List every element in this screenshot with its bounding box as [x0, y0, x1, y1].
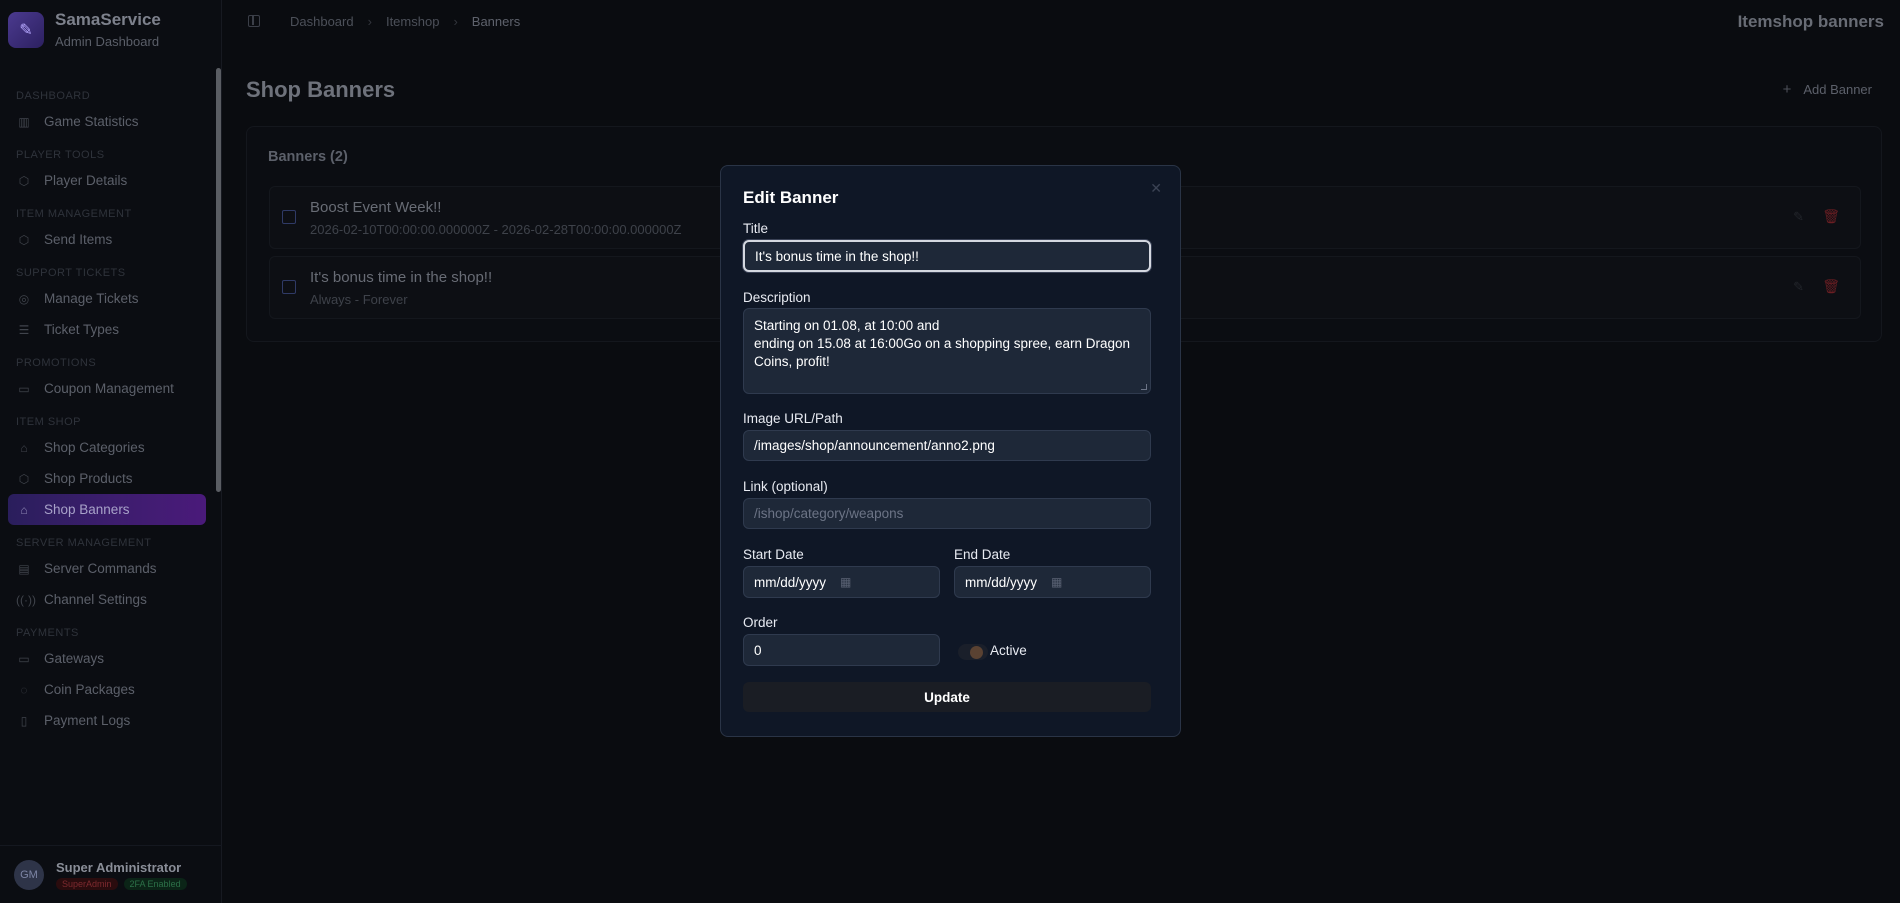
close-icon[interactable]: ✕ — [1150, 180, 1162, 197]
end-date-input[interactable]: mm/dd/yyyy ▦ — [954, 566, 1151, 598]
calendar-icon[interactable]: ▦ — [1051, 575, 1062, 589]
start-date-value: mm/dd/yyyy — [754, 574, 827, 590]
image-url-input[interactable]: /images/shop/announcement/anno2.png — [743, 430, 1151, 461]
order-label: Order — [743, 615, 778, 630]
edit-banner-dialog: ✕ Edit Banner Title It's bonus time in t… — [720, 165, 1181, 737]
link-input[interactable]: /ishop/category/weapons — [743, 498, 1151, 529]
resize-handle[interactable] — [1141, 384, 1147, 390]
active-label: Active — [990, 643, 1027, 658]
end-date-label: End Date — [954, 547, 1011, 562]
order-input[interactable]: 0 — [743, 634, 940, 666]
end-date-value: mm/dd/yyyy — [965, 574, 1038, 590]
description-textarea[interactable]: Starting on 01.08, at 10:00 and ending o… — [743, 308, 1151, 394]
link-label: Link (optional) — [743, 479, 828, 494]
update-button[interactable]: Update — [743, 682, 1151, 712]
description-label: Description — [743, 290, 811, 305]
image-url-label: Image URL/Path — [743, 411, 843, 426]
description-text: Starting on 01.08, at 10:00 and ending o… — [754, 318, 1131, 369]
modal-title: Edit Banner — [743, 188, 839, 207]
start-date-label: Start Date — [743, 547, 804, 562]
start-date-input[interactable]: mm/dd/yyyy ▦ — [743, 566, 940, 598]
title-input[interactable]: It's bonus time in the shop!! — [743, 240, 1151, 272]
active-toggle[interactable] — [958, 644, 988, 660]
toggle-knob — [970, 645, 983, 659]
calendar-icon[interactable]: ▦ — [840, 575, 851, 589]
title-label: Title — [743, 221, 769, 236]
